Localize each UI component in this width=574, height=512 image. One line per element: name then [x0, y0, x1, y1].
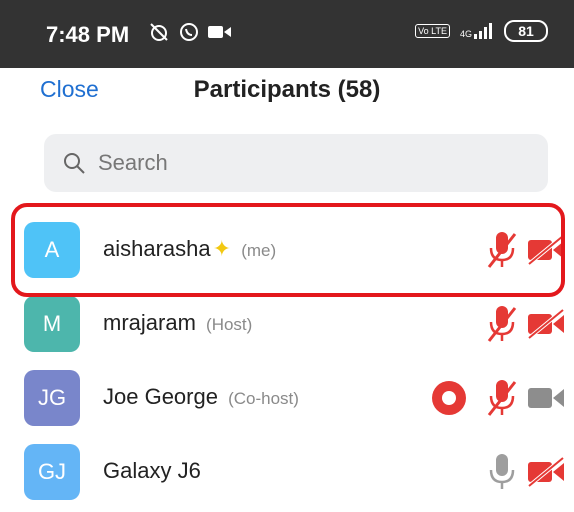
video-icon[interactable]: [527, 384, 565, 417]
video-off-icon[interactable]: [527, 456, 565, 493]
participant-row[interactable]: GJ Galaxy J6: [0, 432, 574, 512]
battery-indicator: 81: [504, 20, 548, 42]
volte-icon: Vo LTE: [415, 24, 450, 38]
avatar: GJ: [24, 444, 80, 500]
video-status-icon: [208, 24, 232, 45]
mic-muted-icon[interactable]: [487, 230, 517, 275]
participant-name-line: Joe George (Co-host): [103, 384, 299, 410]
participant-name-line: aisharasha✦ (me): [103, 236, 276, 262]
participant-name: aisharasha: [103, 236, 211, 261]
recording-icon: [431, 380, 467, 421]
sparkle-icon: ✦: [212, 236, 232, 261]
participant-name: Joe George: [103, 384, 218, 409]
participant-role: (me): [241, 241, 277, 260]
participant-name-line: Galaxy J6: [103, 458, 201, 484]
alarm-off-icon: [148, 21, 170, 48]
participant-row[interactable]: JG Joe George (Co-host): [0, 358, 574, 438]
video-off-icon[interactable]: [527, 234, 565, 271]
participant-role: (Host): [206, 315, 253, 334]
avatar: JG: [24, 370, 80, 426]
participant-name-line: mrajaram (Host): [103, 310, 252, 336]
mic-muted-icon[interactable]: [487, 304, 517, 349]
network-type: 4G: [459, 29, 472, 39]
video-off-icon[interactable]: [527, 308, 565, 345]
mic-icon[interactable]: [489, 452, 515, 497]
status-time: 7:48 PM: [46, 22, 130, 47]
participant-row[interactable]: M mrajaram (Host): [0, 284, 574, 364]
status-bar: 7:48 PM Vo LTE 4G 81: [0, 0, 574, 68]
status-icons-right: Vo LTE 4G 81: [415, 20, 548, 42]
participant-name: mrajaram: [103, 310, 196, 335]
close-button[interactable]: Close: [40, 76, 99, 103]
search-input[interactable]: Search: [44, 134, 548, 192]
whatsapp-icon: [178, 21, 200, 48]
mic-muted-icon[interactable]: [487, 378, 517, 423]
search-placeholder: Search: [98, 150, 168, 175]
avatar: M: [24, 296, 80, 352]
participant-row[interactable]: A aisharasha✦ (me): [0, 210, 574, 290]
search-icon: [62, 151, 86, 180]
signal-icon: 4G: [460, 23, 494, 39]
participant-name: Galaxy J6: [103, 458, 201, 483]
status-icons-left: [148, 21, 232, 48]
avatar: A: [24, 222, 80, 278]
participant-role: (Co-host): [228, 389, 299, 408]
